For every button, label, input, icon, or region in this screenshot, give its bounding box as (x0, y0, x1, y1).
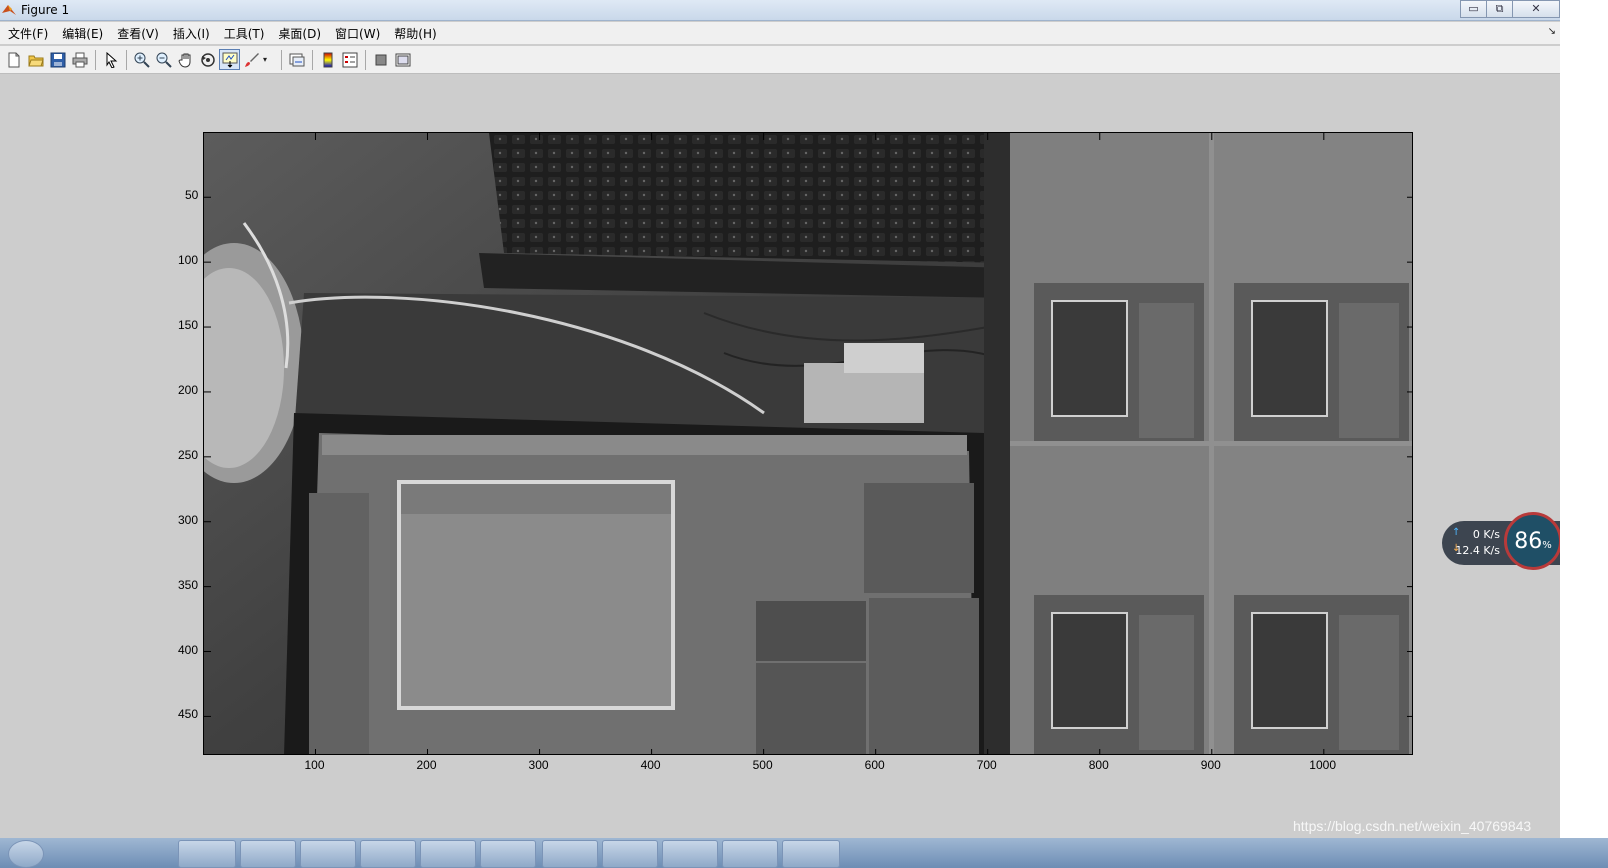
upload-speed: 0 K/s (1472, 528, 1500, 541)
x-tick-label: 400 (640, 758, 661, 772)
y-tick-label: 400 (178, 642, 199, 657)
taskbar-app[interactable] (722, 840, 778, 868)
zoom-in-button[interactable] (131, 49, 152, 70)
usage-gauge[interactable]: 86% (1504, 512, 1562, 570)
restore-button[interactable]: ⧉ (1486, 0, 1513, 18)
menu-bar: 文件(F) 编辑(E) 查看(V) 插入(I) 工具(T) 桌面(D) 窗口(W… (0, 22, 1560, 44)
toolbar-separator (312, 49, 313, 70)
brush-dropdown-icon[interactable]: ▾ (263, 55, 271, 64)
window-title: Figure 1 (21, 3, 70, 17)
minimize-button[interactable]: ▭ (1460, 0, 1487, 18)
print-button[interactable] (69, 49, 90, 70)
x-tick-label: 800 (1088, 758, 1109, 772)
menu-edit[interactable]: 编辑(E) (56, 23, 109, 44)
data-cursor-icon (222, 52, 237, 68)
window-controls: ▭ ⧉ ✕ (1460, 0, 1560, 18)
watermark: https://blog.csdn.net/weixin_40769843 (1293, 818, 1532, 834)
taskbar-app[interactable] (602, 840, 658, 868)
save-button[interactable] (47, 49, 68, 70)
background-strip (1560, 0, 1608, 838)
image-axes[interactable] (203, 132, 1413, 755)
network-speed-widget[interactable]: ↑ 0 K/s ↓ 12.4 K/s 86% (1442, 512, 1562, 570)
usage-percent-unit: % (1542, 539, 1552, 551)
insert-legend-icon (342, 52, 357, 67)
pan-hand-icon (177, 53, 190, 68)
taskbar (0, 838, 1608, 868)
menu-desktop[interactable]: 桌面(D) (272, 23, 327, 44)
y-tick-label: 100 (178, 253, 199, 268)
hide-plot-tools-button[interactable] (370, 49, 391, 70)
insert-colorbar-button[interactable] (317, 49, 338, 70)
x-tick-label: 100 (304, 758, 325, 772)
x-tick-label: 900 (1200, 758, 1221, 772)
y-tick-label: 150 (178, 318, 199, 333)
start-button[interactable] (8, 840, 44, 868)
pan-button[interactable] (175, 49, 196, 70)
toolbar-separator (126, 49, 127, 70)
save-icon (50, 52, 65, 67)
taskbar-app[interactable] (360, 840, 416, 868)
open-file-button[interactable] (25, 49, 46, 70)
title-bar[interactable]: Figure 1 ▭ ⧉ ✕ (0, 0, 1560, 21)
dock-arrow-icon[interactable]: ↘ (1548, 26, 1556, 37)
download-speed: 12.4 K/s (1455, 544, 1500, 557)
x-tick-label: 700 (976, 758, 997, 772)
y-tick-label: 450 (178, 707, 199, 722)
taskbar-app[interactable] (420, 840, 476, 868)
matlab-logo-icon (2, 5, 16, 15)
menu-view[interactable]: 查看(V) (111, 23, 165, 44)
link-plot-button[interactable] (286, 49, 307, 70)
menu-insert[interactable]: 插入(I) (167, 23, 216, 44)
edit-plot-arrow-icon (106, 51, 117, 68)
menu-window[interactable]: 窗口(W) (329, 23, 386, 44)
hide-plot-tools-icon (375, 54, 386, 65)
open-file-icon (27, 55, 44, 66)
x-tick-label: 1000 (1309, 758, 1336, 772)
y-tick-label: 300 (178, 512, 199, 527)
show-plot-tools-button[interactable] (392, 49, 413, 70)
x-tick-label: 200 (416, 758, 437, 772)
taskbar-app[interactable] (782, 840, 840, 868)
toolbar-separator (95, 49, 96, 70)
print-icon (72, 52, 87, 67)
taskbar-app[interactable] (662, 840, 718, 868)
close-button[interactable]: ✕ (1512, 0, 1560, 18)
taskbar-app[interactable] (240, 840, 296, 868)
menu-file[interactable]: 文件(F) (2, 23, 54, 44)
figure-window: Figure 1 ▭ ⧉ ✕ 文件(F) 编辑(E) 查看(V) 插入(I) 工… (0, 0, 1562, 868)
link-plot-icon (289, 53, 304, 66)
camera-image (204, 133, 1412, 754)
menu-tools[interactable]: 工具(T) (218, 23, 271, 44)
y-tick-label: 200 (178, 382, 199, 397)
new-figure-button[interactable] (3, 49, 24, 70)
data-cursor-button[interactable] (219, 49, 240, 70)
menu-help[interactable]: 帮助(H) (388, 23, 442, 44)
y-tick-label: 50 (185, 188, 199, 203)
y-tick-label: 250 (178, 447, 199, 462)
brush-button[interactable] (241, 49, 262, 70)
rotate-3d-icon (200, 52, 215, 67)
show-plot-tools-icon (395, 53, 410, 66)
insert-colorbar-icon (323, 52, 332, 67)
rotate-3d-button[interactable] (197, 49, 218, 70)
new-figure-icon (8, 52, 19, 67)
zoom-out-icon (156, 52, 172, 68)
insert-legend-button[interactable] (339, 49, 360, 70)
figure-toolbar: ▾ (0, 46, 1560, 74)
brush-icon (244, 52, 259, 67)
taskbar-app[interactable] (300, 840, 356, 868)
x-tick-label: 500 (752, 758, 773, 772)
taskbar-app[interactable] (480, 840, 536, 868)
toolbar-separator (365, 49, 366, 70)
toolbar-separator (281, 49, 282, 70)
x-tick-label: 600 (864, 758, 885, 772)
x-tick-label: 300 (528, 758, 549, 772)
taskbar-app[interactable] (542, 840, 598, 868)
edit-plot-button[interactable] (100, 49, 121, 70)
zoom-in-icon (134, 52, 150, 68)
zoom-out-button[interactable] (153, 49, 174, 70)
y-tick-label: 350 (178, 577, 199, 592)
usage-percent: 86 (1514, 528, 1543, 554)
taskbar-app[interactable] (178, 840, 236, 868)
